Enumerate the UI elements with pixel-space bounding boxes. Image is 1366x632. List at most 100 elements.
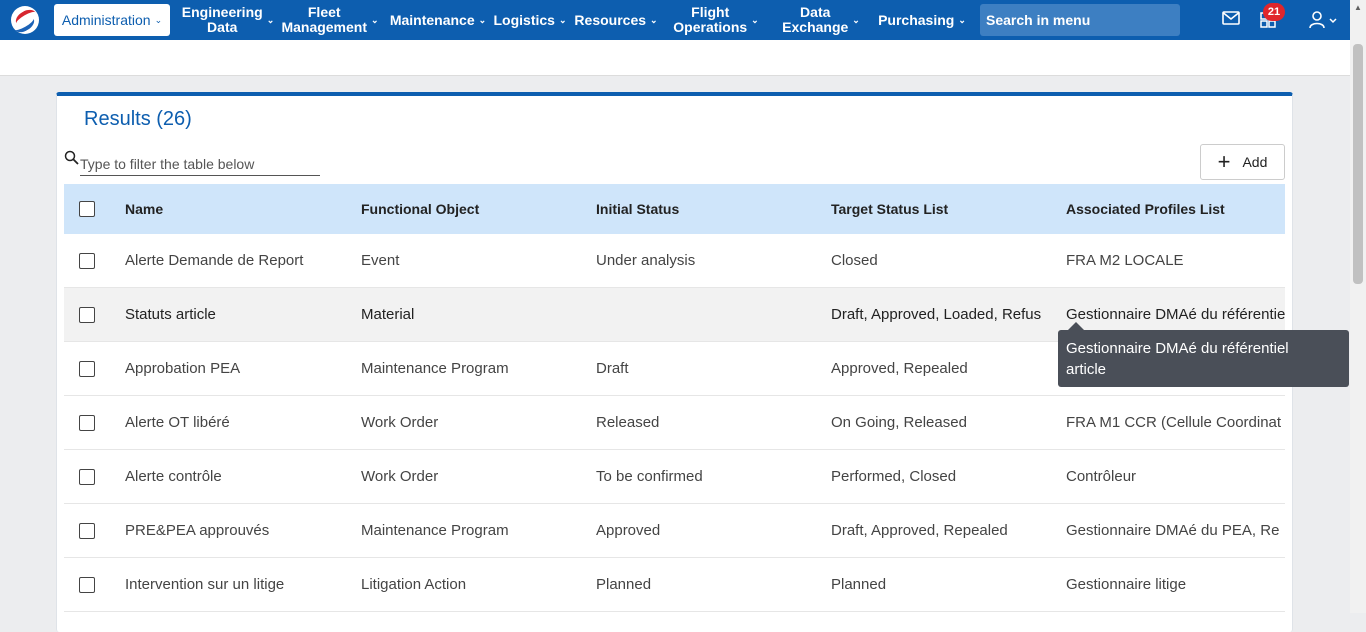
nav-flight-operations-line2: Operations (673, 19, 748, 35)
nav-fleet-management-line1: Fleet (307, 4, 341, 20)
results-title: Results (26) (84, 108, 192, 130)
nav-logistics-label: Logistics (493, 11, 555, 28)
notification-badge[interactable]: 21 (1263, 3, 1285, 21)
scrollbar-thumb[interactable] (1353, 44, 1363, 284)
column-header-functional-object[interactable]: Functional Object (361, 201, 596, 217)
tooltip-arrow (1068, 322, 1084, 330)
row-checkbox[interactable] (79, 252, 95, 269)
tooltip-line1: Gestionnaire DMAé du référentiel (1066, 340, 1289, 357)
nav-resources-label: Resources (574, 11, 647, 28)
table-row[interactable]: Alerte OT libéré Work Order Released On … (64, 396, 1285, 450)
cell-target-status-list: Planned (831, 576, 887, 593)
table-row[interactable]: Alerte Demande de Report Event Under ana… (64, 234, 1285, 288)
search-icon (64, 150, 80, 170)
table-filter-input[interactable] (80, 152, 320, 176)
cell-name: Approbation PEA (125, 360, 241, 377)
chevron-down-icon: ⌄ (958, 14, 966, 25)
select-all-checkbox[interactable] (79, 201, 95, 217)
cell-name: Intervention sur un litige (125, 576, 285, 593)
nav-flight-operations-line1: Flight (691, 4, 730, 20)
cell-associated-profiles: FRA M2 LOCALE (1066, 252, 1184, 269)
column-header-associated-profiles[interactable]: Associated Profiles List (1066, 201, 1285, 217)
menu-search-placeholder: Search in menu (986, 12, 1091, 28)
row-checkbox[interactable] (79, 576, 95, 593)
nav-engineering-data-line2: Data (207, 19, 238, 35)
cell-name: Alerte Demande de Report (125, 252, 304, 269)
cell-functional-object: Litigation Action (361, 576, 467, 593)
cell-name: PRE&PEA approuvés (125, 522, 270, 539)
nav-administration[interactable]: Administration ⌄ (54, 4, 170, 36)
nav-purchasing[interactable]: Purchasing ⌄ (872, 0, 972, 40)
cell-target-status-list: Draft, Approved, Loaded, Refus (831, 306, 1042, 323)
results-table: Name Functional Object Initial Status Ta… (64, 184, 1285, 612)
column-header-initial-status[interactable]: Initial Status (596, 201, 831, 217)
cell-target-status-list: Approved, Repealed (831, 360, 968, 377)
column-header-target-status-list[interactable]: Target Status List (831, 201, 1066, 217)
chevron-down-icon: ⌄ (371, 14, 379, 25)
cell-target-status-list: Performed, Closed (831, 468, 957, 485)
nav-resources[interactable]: Resources ⌄ (570, 0, 662, 40)
chevron-down-icon: ⌄ (154, 14, 163, 25)
cell-target-status-list: Draft, Approved, Repealed (831, 522, 1008, 539)
cell-initial-status: Planned (596, 576, 652, 593)
cell-functional-object: Material (361, 306, 415, 323)
nav-fleet-management-line2: Management (281, 19, 368, 35)
cell-name: Statuts article (125, 306, 216, 323)
table-row[interactable]: Intervention sur un litige Litigation Ac… (64, 558, 1285, 612)
cell-functional-object: Event (361, 252, 400, 269)
mail-icon[interactable] (1222, 10, 1240, 31)
cell-name: Alerte OT libéré (125, 414, 230, 431)
tooltip-line2: article (1066, 361, 1107, 378)
cell-associated-profiles: Gestionnaire litige (1066, 576, 1187, 593)
add-button-label: Add (1242, 154, 1268, 170)
column-header-name[interactable]: Name (125, 201, 361, 217)
add-button[interactable]: + Add (1200, 144, 1285, 180)
user-icon[interactable] (1309, 11, 1337, 34)
nav-maintenance-label: Maintenance (389, 11, 475, 28)
table-row[interactable]: PRE&PEA approuvés Maintenance Program Ap… (64, 504, 1285, 558)
table-header: Name Functional Object Initial Status Ta… (64, 184, 1285, 234)
top-navigation-bar: Administration ⌄ Engineering Data ⌄ Fleet… (0, 0, 1350, 40)
chevron-down-icon: ⌄ (852, 14, 860, 25)
cell-initial-status: Under analysis (596, 252, 696, 269)
cell-functional-object: Maintenance Program (361, 522, 509, 539)
nav-logistics[interactable]: Logistics ⌄ (490, 0, 570, 40)
table-row[interactable]: Alerte contrôle Work Order To be confirm… (64, 450, 1285, 504)
nav-data-exchange[interactable]: Data Exchange ⌄ (770, 0, 872, 40)
cell-initial-status: Draft (596, 360, 629, 377)
nav-flight-operations[interactable]: Flight Operations ⌄ (662, 0, 770, 40)
chevron-down-icon: ⌄ (650, 14, 658, 25)
cell-associated-profiles: Gestionnaire DMAé du PEA, Re (1066, 522, 1280, 539)
page-scrollbar[interactable]: ▲ (1350, 0, 1366, 613)
cell-tooltip: Gestionnaire DMAé du référentiel article (1058, 330, 1349, 387)
scroll-up-arrow-icon[interactable]: ▲ (1354, 3, 1362, 12)
row-checkbox[interactable] (79, 306, 95, 323)
nav-purchasing-label: Purchasing (878, 11, 955, 28)
plus-icon: + (1217, 149, 1231, 174)
nav-data-exchange-line2: Exchange (782, 19, 849, 35)
nav-maintenance[interactable]: Maintenance ⌄ (386, 0, 490, 40)
row-checkbox[interactable] (79, 414, 95, 431)
cell-functional-object: Maintenance Program (361, 360, 509, 377)
row-checkbox[interactable] (79, 360, 95, 377)
nav-administration-label: Administration (61, 11, 151, 28)
cell-associated-profiles: FRA M1 CCR (Cellule Coordinat (1066, 414, 1282, 431)
cell-functional-object: Work Order (361, 414, 439, 431)
app-logo[interactable] (11, 6, 39, 34)
menu-search-input[interactable]: Search in menu (980, 4, 1180, 36)
cell-target-status-list: Closed (831, 252, 878, 269)
chevron-down-icon: ⌄ (751, 14, 759, 25)
chevron-down-icon: ⌄ (478, 14, 487, 25)
nav-engineering-data[interactable]: Engineering Data ⌄ (182, 0, 274, 40)
row-checkbox[interactable] (79, 468, 95, 485)
cell-initial-status: Released (596, 414, 660, 431)
nav-fleet-management[interactable]: Fleet Management ⌄ (274, 0, 386, 40)
chevron-down-icon: ⌄ (558, 14, 567, 25)
nav-data-exchange-line1: Data (800, 4, 831, 20)
row-checkbox[interactable] (79, 522, 95, 539)
cell-initial-status: Approved (596, 522, 661, 539)
cell-functional-object: Work Order (361, 468, 439, 485)
subheader-strip (0, 40, 1350, 76)
nav-engineering-data-line1: Engineering (181, 4, 263, 20)
cell-initial-status: To be confirmed (596, 468, 703, 485)
